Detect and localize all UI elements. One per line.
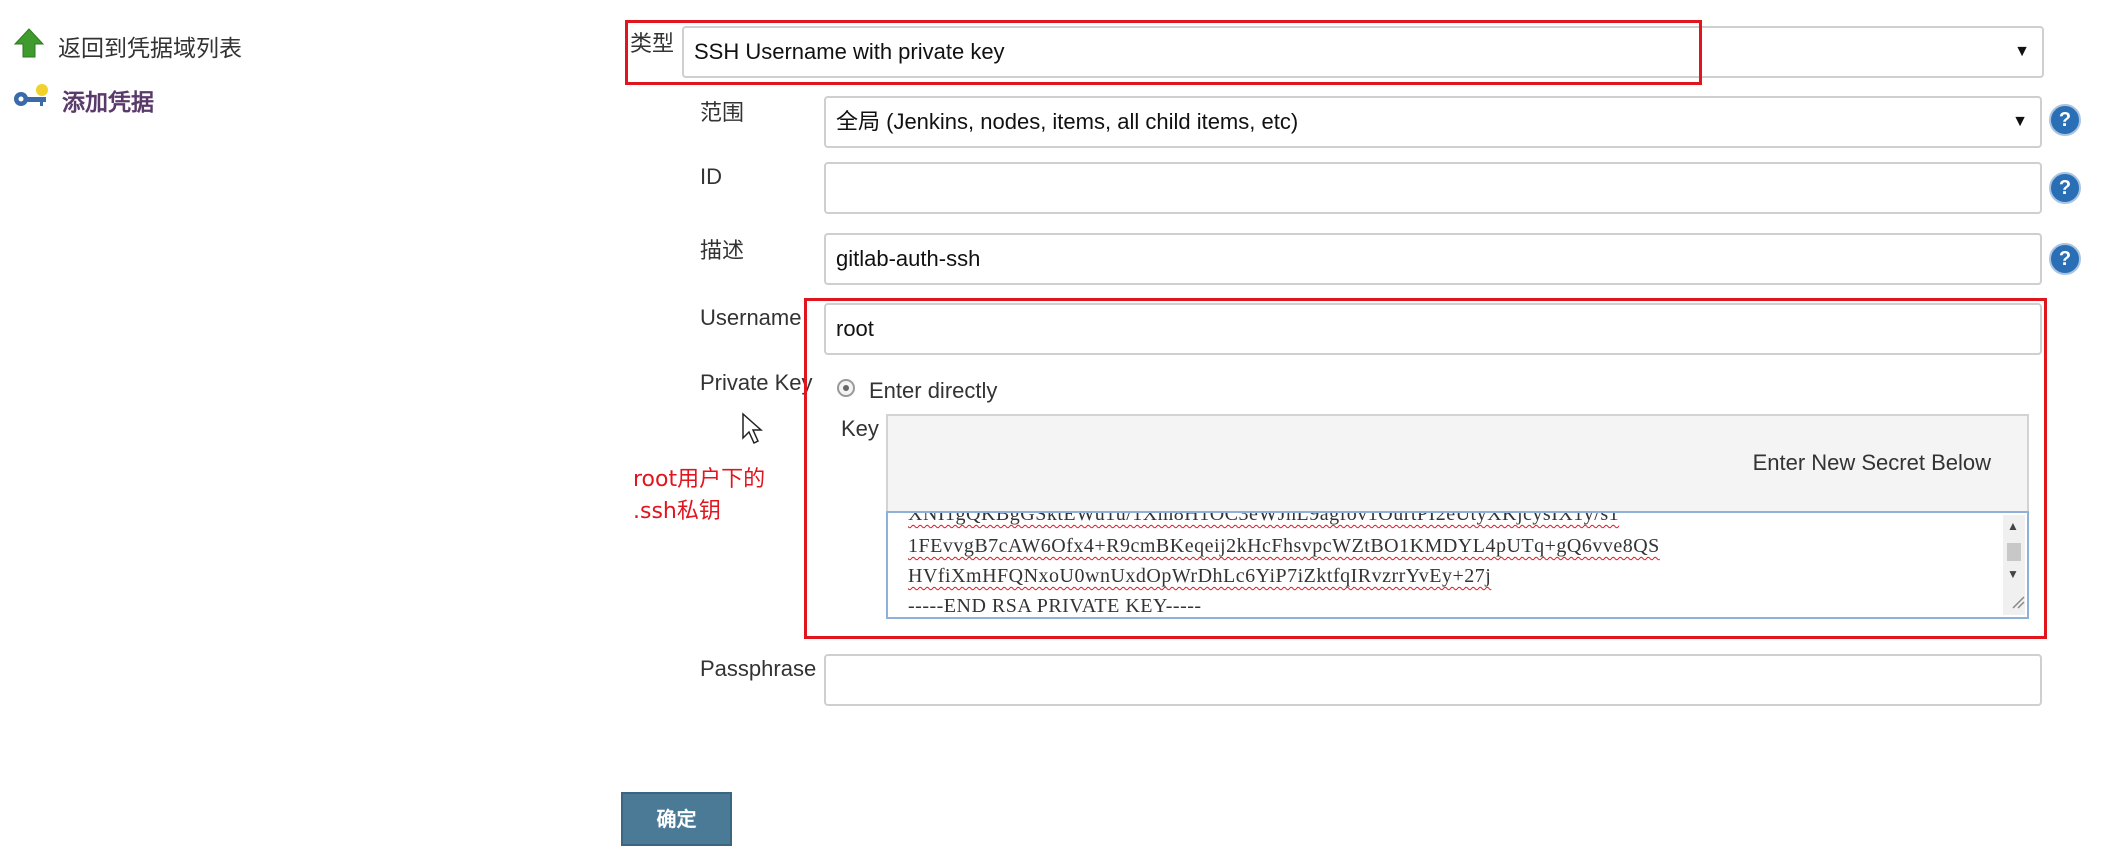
dropdown-arrow-icon: ▼ [2014, 43, 2030, 60]
help-icon-description[interactable]: ? [2049, 243, 2081, 275]
scope-value: 全局 (Jenkins, nodes, items, all child ite… [836, 109, 1299, 134]
annotation-line: root用户下的 [633, 467, 766, 492]
highlight-box-key [804, 298, 2047, 639]
scope-select[interactable]: 全局 (Jenkins, nodes, items, all child ite… [824, 96, 2042, 148]
sidebar-item-add-credentials[interactable]: 添加凭据 [12, 82, 154, 118]
ok-button[interactable]: 确定 [621, 792, 732, 846]
arrow-up-icon [12, 26, 46, 66]
passphrase-input[interactable] [824, 654, 2042, 706]
description-label: 描述 [700, 238, 745, 263]
annotation-line: .ssh私钥 [633, 499, 721, 524]
private-key-label: Private Key [700, 370, 813, 395]
help-icon-id[interactable]: ? [2049, 172, 2081, 204]
id-label: ID [700, 164, 722, 189]
sidebar-item-add-label: 添加凭据 [62, 89, 154, 115]
passphrase-label: Passphrase [700, 656, 817, 681]
username-label: Username [700, 305, 802, 330]
annotation-text: root用户下的 .ssh私钥 [633, 464, 765, 528]
sidebar-item-back-label: 返回到凭据域列表 [58, 35, 242, 61]
highlight-box-kind [625, 20, 1702, 85]
help-icon-scope[interactable]: ? [2049, 104, 2081, 136]
dropdown-arrow-icon: ▼ [2012, 113, 2028, 130]
mouse-cursor-icon [741, 412, 765, 451]
description-input[interactable]: gitlab-auth-ssh [824, 233, 2042, 285]
key-icon [12, 82, 50, 118]
sidebar-item-back-to-domains[interactable]: 返回到凭据域列表 [12, 26, 242, 66]
scope-label: 范围 [700, 100, 745, 125]
id-input[interactable] [824, 162, 2042, 214]
